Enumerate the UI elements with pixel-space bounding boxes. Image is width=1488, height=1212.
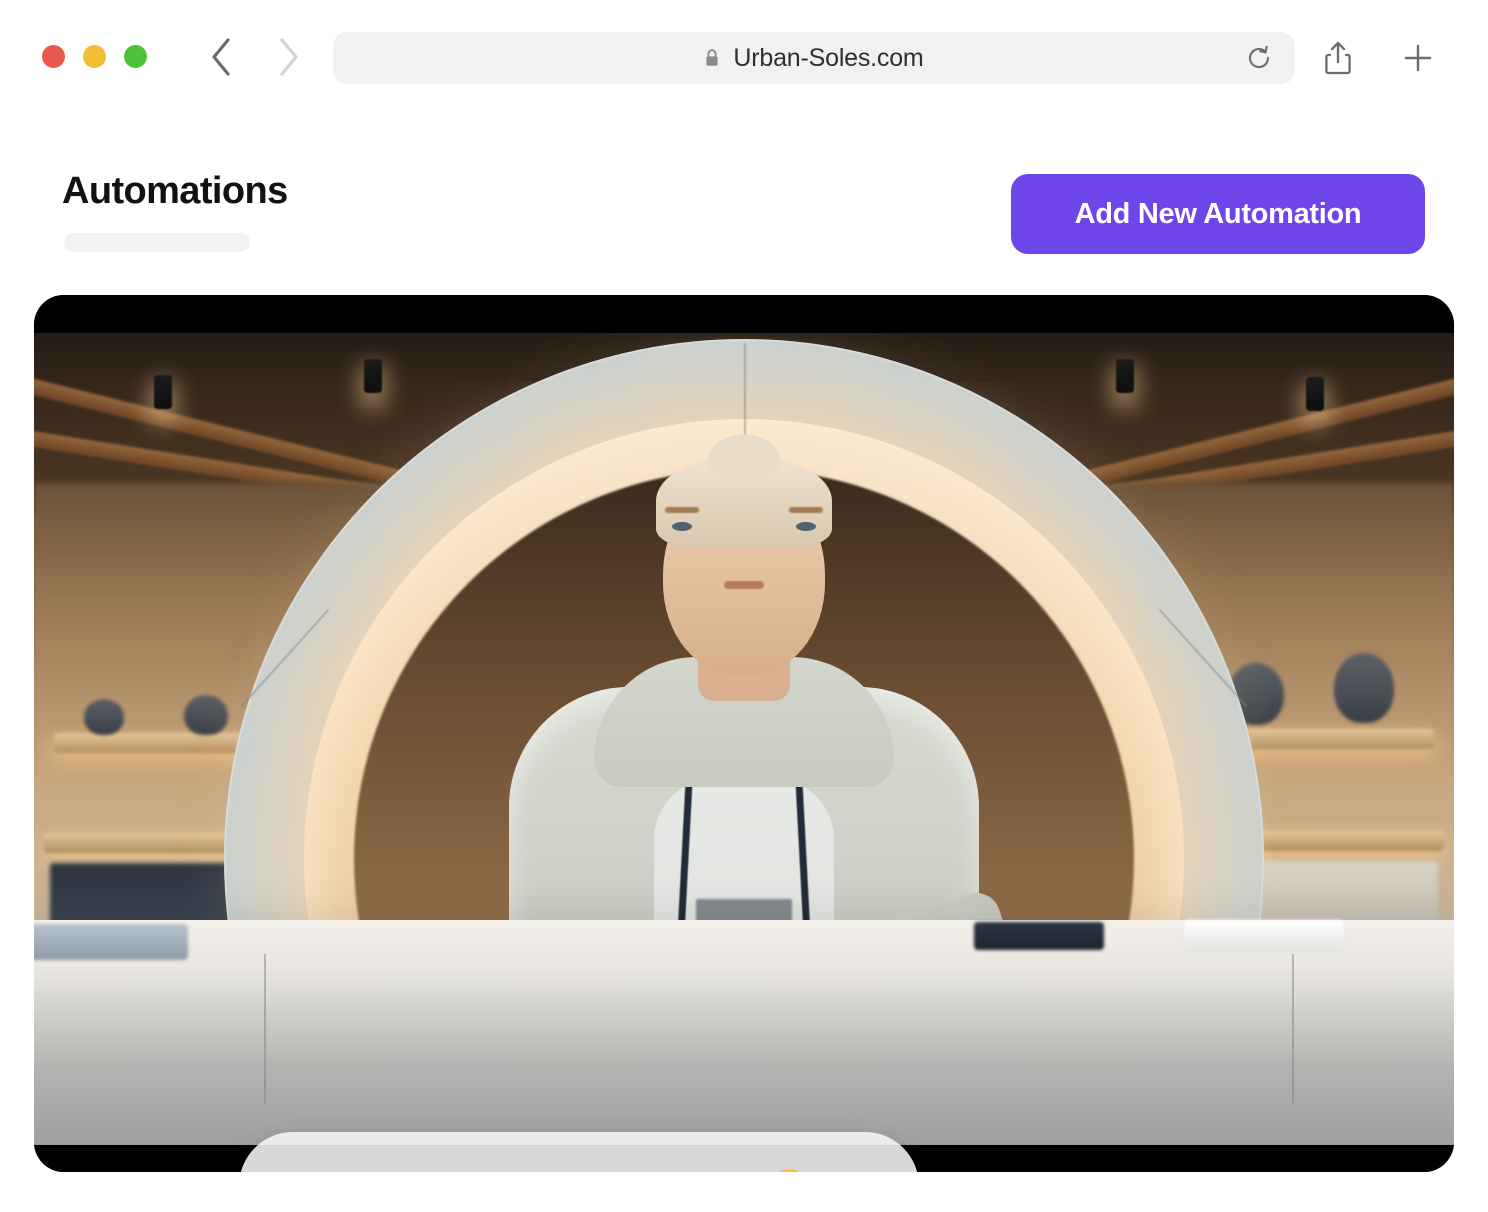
automation-video-card[interactable]: Hola, ¿conseguiste mis zapatillas? 😁 ass… (34, 295, 1454, 1172)
subtitle-placeholder (64, 233, 250, 252)
eye-left (672, 522, 692, 531)
folded-garment (1184, 920, 1344, 952)
shelf-product (84, 699, 124, 735)
eyebrow-right (789, 507, 823, 513)
eye-right (796, 522, 816, 531)
share-icon[interactable] (1316, 36, 1360, 80)
ceiling-spotlight (1116, 359, 1134, 393)
shelf-product (184, 695, 228, 735)
eyebrow-left (665, 507, 699, 513)
ceiling-spotlight (1306, 377, 1324, 411)
page-header: Automations Add New Automation (0, 150, 1488, 270)
counter-seam (1292, 954, 1294, 1104)
new-tab-icon[interactable] (1396, 36, 1440, 80)
counter-seam (264, 954, 266, 1104)
browser-toolbar: Urban-Soles.com (0, 0, 1488, 116)
letterbox-top (34, 295, 1454, 333)
add-new-automation-button[interactable]: Add New Automation (1011, 174, 1425, 254)
toolbar-actions (1316, 36, 1440, 80)
folded-garment (34, 924, 188, 960)
maximize-window-button[interactable] (124, 45, 147, 68)
url-text: Urban-Soles.com (733, 43, 924, 72)
ceiling-spotlight (364, 359, 382, 393)
url-display: Urban-Soles.com (704, 43, 924, 73)
page-title: Automations (62, 170, 288, 212)
chat-message-text: Hola, ¿conseguiste mis zapatillas? (275, 1168, 758, 1173)
reload-icon[interactable] (1239, 38, 1279, 78)
shelf-product (1334, 653, 1394, 723)
minimize-window-button[interactable] (83, 45, 106, 68)
grinning-face-icon: 😁 (769, 1167, 809, 1172)
store-counter (34, 920, 1454, 1145)
ceiling-spotlight (154, 375, 172, 409)
window-controls (42, 45, 147, 68)
video-frame: Hola, ¿conseguiste mis zapatillas? 😁 ass… (34, 295, 1454, 1172)
hair-bun (708, 435, 780, 483)
back-button[interactable] (200, 36, 242, 78)
chat-message-bubble: Hola, ¿conseguiste mis zapatillas? 😁 (239, 1132, 919, 1172)
mouth (724, 581, 764, 589)
navigation-controls (200, 36, 310, 78)
lock-icon (704, 48, 720, 68)
close-window-button[interactable] (42, 45, 65, 68)
address-bar[interactable]: Urban-Soles.com (333, 32, 1295, 84)
store-scene (34, 333, 1454, 1145)
folded-garment (974, 922, 1104, 950)
forward-button[interactable] (268, 36, 310, 78)
